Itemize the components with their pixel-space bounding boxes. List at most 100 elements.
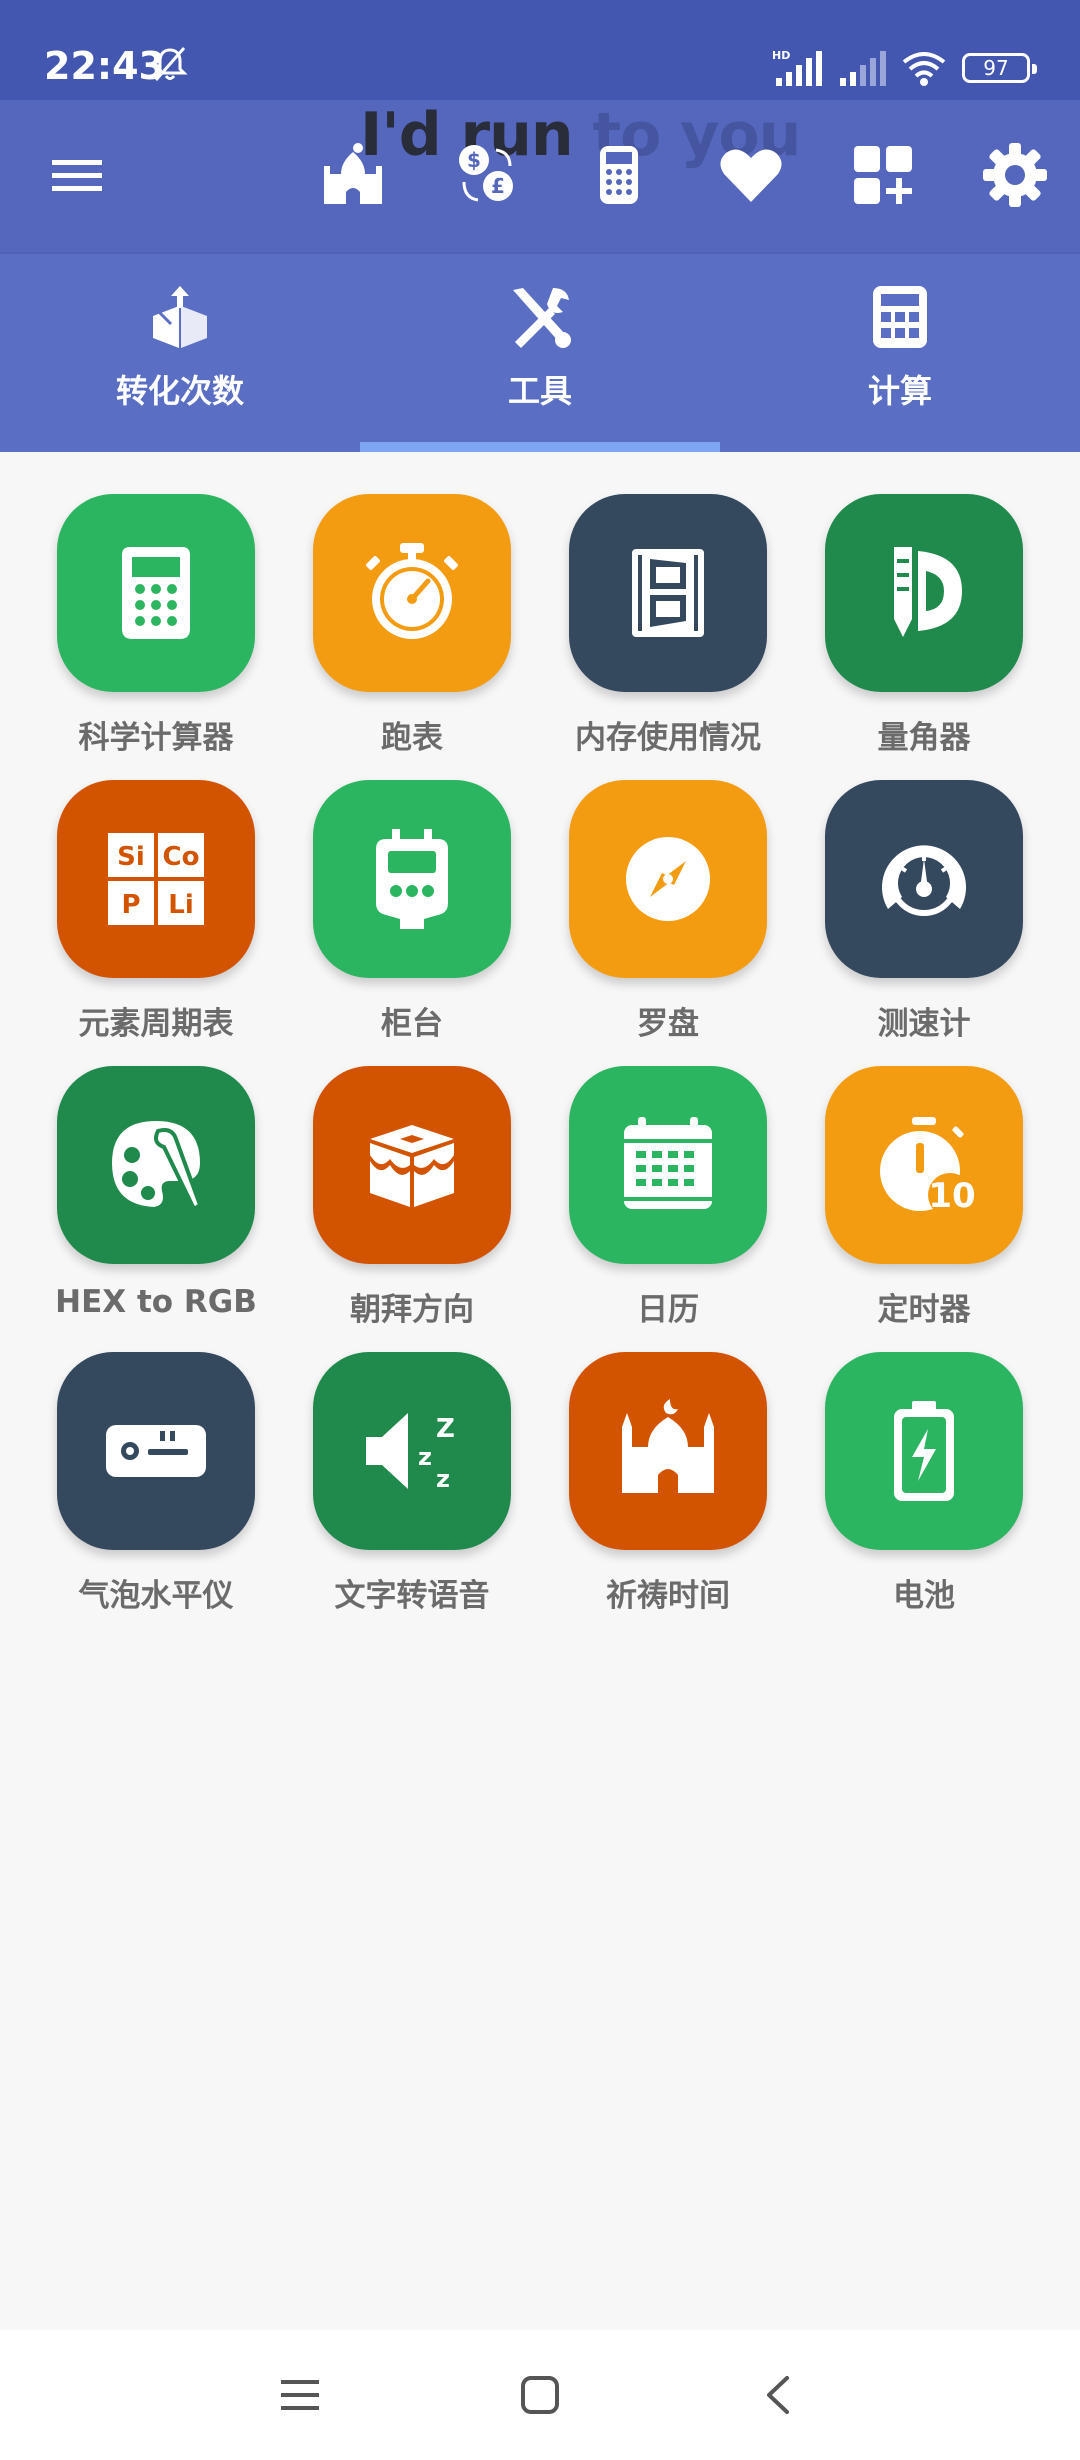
menu-icon[interactable]	[42, 140, 112, 210]
tab-selected-indicator	[360, 442, 720, 452]
periodic-cell-co: Co	[163, 842, 200, 872]
tool-icon-box	[313, 780, 511, 978]
tab-label: 工具	[507, 372, 572, 410]
recent-apps-icon[interactable]	[270, 2365, 330, 2425]
tool-label: 祈祷时间	[606, 1578, 730, 1614]
tool-label: 电池	[893, 1578, 955, 1614]
tool-scientific-calculator[interactable]: 科学计算器	[28, 494, 284, 764]
bell-muted-icon	[152, 47, 188, 81]
tool-icon-box	[569, 780, 767, 978]
periodic-cell-p: P	[121, 890, 140, 920]
tab-label: 计算	[867, 372, 932, 410]
tool-label: 定时器	[877, 1292, 971, 1328]
tab-tools[interactable]: 工具	[360, 254, 720, 454]
tool-qibla-direction[interactable]: 朝拜方向	[284, 1066, 540, 1336]
status-icons: HD 97	[772, 48, 1037, 88]
battery-indicator: 97	[962, 53, 1037, 83]
timer-badge: 10	[928, 1176, 975, 1216]
prayer-time-icon	[622, 1399, 714, 1493]
tool-label: 柜台	[381, 1006, 443, 1042]
status-time: 22:43	[44, 44, 165, 88]
tool-calendar[interactable]: 日历	[540, 1066, 796, 1336]
protractor-icon	[894, 547, 962, 637]
kaaba-icon	[370, 1125, 454, 1207]
tool-prayer-times[interactable]: 祈祷时间	[540, 1352, 796, 1622]
tool-icon-box	[569, 494, 767, 692]
toolbar: I'd run to you $ £	[0, 100, 1080, 252]
system-nav-bar	[0, 2330, 1080, 2460]
timer-icon: 10	[880, 1117, 976, 1217]
tool-protractor[interactable]: 量角器	[796, 494, 1052, 764]
tool-timer[interactable]: 10 定时器	[796, 1066, 1052, 1336]
tool-icon-box: Z z z	[313, 1352, 511, 1550]
tool-icon-box: Si Co P Li	[57, 780, 255, 978]
periodic-table-icon: Si Co P Li	[108, 833, 204, 925]
tab-conversions[interactable]: 转化次数	[0, 254, 360, 454]
memory-icon	[622, 549, 714, 637]
signal-icon	[840, 51, 886, 86]
stopwatch-icon	[366, 543, 458, 639]
tool-label: 科学计算器	[78, 720, 234, 756]
counter-icon	[376, 829, 448, 929]
compass-icon	[626, 837, 710, 921]
wifi-icon	[902, 52, 946, 86]
tool-label: 气泡水平仪	[78, 1578, 234, 1614]
svg-text:£: £	[491, 174, 505, 198]
tool-battery[interactable]: 电池	[796, 1352, 1052, 1622]
tab-bar: 转化次数 工具 计算	[0, 252, 1080, 452]
svg-text:Z: Z	[436, 1414, 455, 1444]
tool-label: 文字转语音	[334, 1578, 490, 1614]
settings-icon[interactable]	[980, 140, 1050, 210]
calculator-icon[interactable]	[584, 140, 654, 210]
tool-label: 跑表	[381, 720, 443, 756]
tool-label: 测速计	[877, 1006, 971, 1042]
periodic-cell-li: Li	[168, 890, 193, 920]
calendar-icon	[624, 1117, 712, 1209]
tool-bubble-level[interactable]: 气泡水平仪	[28, 1352, 284, 1622]
add-widget-icon[interactable]	[848, 140, 918, 210]
calculator-icon	[873, 286, 927, 348]
bubble-level-icon	[106, 1425, 206, 1477]
status-bar: 22:43 HD 97	[0, 0, 1080, 100]
tool-icon-box	[313, 1066, 511, 1264]
scientific-calculator-icon	[122, 547, 190, 639]
svg-text:$: $	[467, 148, 481, 172]
heart-icon[interactable]	[716, 140, 786, 210]
tool-icon-box	[569, 1352, 767, 1550]
palette-icon	[112, 1121, 203, 1212]
signal-hd-icon: HD	[772, 49, 822, 86]
tool-counter[interactable]: 柜台	[284, 780, 540, 1050]
tool-label: 内存使用情况	[575, 720, 761, 756]
home-icon[interactable]	[510, 2365, 570, 2425]
conversion-icon	[153, 286, 207, 348]
tool-compass[interactable]: 罗盘	[540, 780, 796, 1050]
tool-label: HEX to RGB	[55, 1284, 257, 1320]
tool-icon-box	[825, 780, 1023, 978]
tool-text-to-speech[interactable]: Z z z 文字转语音	[284, 1352, 540, 1622]
tab-label: 转化次数	[115, 372, 244, 410]
mosque-icon[interactable]	[318, 140, 388, 210]
tool-icon-box	[569, 1066, 767, 1264]
tool-icon-box	[825, 494, 1023, 692]
tool-hex-to-rgb[interactable]: HEX to RGB	[28, 1066, 284, 1336]
tool-stopwatch[interactable]: 跑表	[284, 494, 540, 764]
svg-text:z: z	[436, 1465, 450, 1493]
tool-icon-box: 10	[825, 1066, 1023, 1264]
currency-exchange-icon[interactable]: $ £	[452, 140, 522, 210]
tool-label: 朝拜方向	[350, 1292, 474, 1328]
tool-periodic-table[interactable]: Si Co P Li 元素周期表	[28, 780, 284, 1050]
back-icon[interactable]	[750, 2365, 810, 2425]
battery-icon	[894, 1401, 954, 1501]
periodic-cell-si: Si	[117, 842, 145, 872]
tool-memory-usage[interactable]: 内存使用情况	[540, 494, 796, 764]
tool-label: 元素周期表	[78, 1006, 234, 1042]
speedometer-icon	[882, 845, 966, 916]
tool-speedometer[interactable]: 测速计	[796, 780, 1052, 1050]
tool-icon-box	[57, 1352, 255, 1550]
tool-label: 日历	[637, 1292, 699, 1328]
tool-icon-box	[313, 494, 511, 692]
svg-text:z: z	[418, 1443, 432, 1471]
tab-calculate[interactable]: 计算	[720, 254, 1080, 454]
tool-icon-box	[825, 1352, 1023, 1550]
tool-label: 量角器	[877, 720, 971, 756]
